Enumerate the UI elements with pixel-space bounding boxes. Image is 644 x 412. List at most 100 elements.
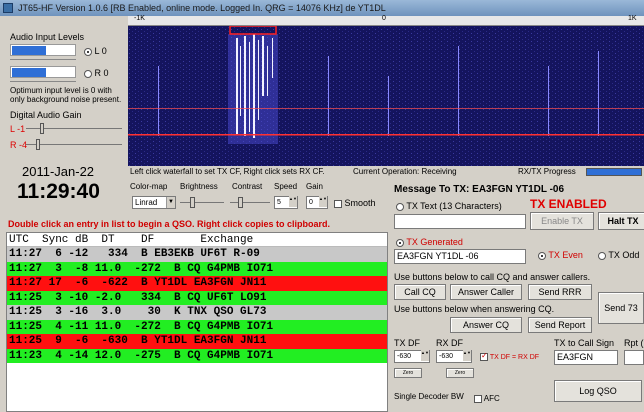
gain-right-label: R -4 bbox=[10, 140, 28, 150]
right-level-meter bbox=[10, 66, 76, 78]
decode-row[interactable]: 11:25 9 -6 -630 B YT1DL EA3FGN JN11 bbox=[7, 334, 387, 349]
answer-cq-button[interactable]: Answer CQ bbox=[450, 317, 522, 333]
brightness-thumb[interactable] bbox=[190, 197, 195, 208]
log-qso-button[interactable]: Log QSO bbox=[554, 380, 642, 402]
smooth-check[interactable] bbox=[334, 199, 342, 208]
call-sign-field[interactable]: EA3FGN bbox=[554, 350, 618, 365]
tx-even-radio[interactable]: TX Even bbox=[538, 250, 583, 260]
right-level-track bbox=[10, 81, 76, 82]
enable-tx-button[interactable]: Enable TX bbox=[530, 212, 594, 230]
left-channel-label: L 0 bbox=[94, 46, 107, 56]
gain-label: Gain bbox=[306, 182, 323, 191]
gain-right-thumb[interactable] bbox=[36, 139, 40, 150]
gain-left-label: L -1 bbox=[10, 124, 26, 134]
colormap-select[interactable]: Linrad ▼ bbox=[132, 196, 176, 209]
rx-df-spinner[interactable]: -630 bbox=[436, 350, 472, 363]
halt-tx-button[interactable]: Halt TX bbox=[598, 212, 644, 230]
tx-df-zero-button[interactable]: Zero bbox=[394, 368, 422, 378]
contrast-label: Contrast bbox=[232, 182, 263, 191]
optimum-note: Optimum input level is 0 with only backg… bbox=[10, 86, 122, 104]
waterfall-hint: Left click waterfall to set TX CF, Right… bbox=[130, 167, 325, 176]
gain-right-slider[interactable] bbox=[26, 139, 122, 150]
decode-row[interactable]: 11:27 3 -8 11.0 -272 B CQ G4PMB IO71 bbox=[7, 261, 387, 276]
waterfall-controls: Color-map Linrad ▼ Brightness Contrast Sp… bbox=[128, 180, 390, 216]
cq-hint: Use buttons below to call CQ and answer … bbox=[394, 272, 591, 282]
app-icon bbox=[3, 3, 13, 13]
speed-label: Speed bbox=[274, 182, 298, 191]
radio-tx-odd[interactable] bbox=[598, 251, 606, 260]
contrast-thumb[interactable] bbox=[238, 197, 243, 208]
afc-check[interactable] bbox=[474, 394, 482, 403]
decode-row[interactable]: 11:25 4 -11 11.0 -272 B CQ G4PMB IO71 bbox=[7, 319, 387, 334]
rx-df-zero-button[interactable]: Zero bbox=[446, 368, 474, 378]
radio-tx-text[interactable] bbox=[396, 202, 404, 211]
decode-hint: Double click an entry in list to begin a… bbox=[8, 219, 331, 229]
right-level-bar bbox=[12, 68, 46, 77]
contrast-slider[interactable] bbox=[230, 197, 270, 208]
afc-checkbox[interactable]: AFC bbox=[474, 394, 500, 403]
speed-spinner[interactable]: 5 bbox=[274, 196, 298, 209]
brightness-slider[interactable] bbox=[180, 197, 224, 208]
gain-left-thumb[interactable] bbox=[40, 123, 44, 134]
left-level-track bbox=[10, 59, 76, 60]
txdf-rxdf-check[interactable] bbox=[480, 351, 488, 361]
ruler-left-tick: -1K bbox=[134, 15, 145, 22]
progress-label: RX/TX Progress bbox=[518, 167, 576, 176]
ruler-right-tick: 1K bbox=[628, 15, 637, 22]
window-titlebar: JT65-HF Version 1.0.6 [RB Enabled, onlin… bbox=[0, 0, 644, 16]
radio-right[interactable] bbox=[84, 69, 92, 78]
send-rrr-button[interactable]: Send RRR bbox=[528, 284, 592, 300]
decode-row[interactable]: 11:27 6 -12 334 B EB3EKB UF6T R-09 bbox=[7, 247, 387, 262]
tx-df-spinner[interactable]: -630 bbox=[394, 350, 430, 363]
audio-panel: Audio Input Levels L 0 R 0 Optimum input… bbox=[0, 16, 128, 178]
decode-list[interactable]: UTC Sync dB DT DF Exchange 11:27 6 -12 3… bbox=[6, 232, 388, 412]
send-73-button[interactable]: Send 73 bbox=[598, 292, 644, 324]
waterfall-status-line: Left click waterfall to set TX CF, Right… bbox=[128, 166, 644, 178]
tx-text-label: TX Text (13 Characters) bbox=[406, 201, 502, 211]
chevron-down-icon[interactable]: ▼ bbox=[166, 197, 175, 208]
decode-row[interactable]: 11:27 17 -6 -622 B YT1DL EA3FGN JN11 bbox=[7, 276, 387, 291]
left-level-bar bbox=[12, 46, 46, 55]
radio-tx-even[interactable] bbox=[538, 251, 546, 260]
right-channel-radio[interactable]: R 0 bbox=[84, 68, 109, 78]
afc-label: AFC bbox=[483, 394, 500, 403]
rpt-field[interactable] bbox=[624, 350, 644, 365]
frequency-ruler[interactable]: -1K 0 1K bbox=[128, 15, 644, 26]
smooth-label: Smooth bbox=[344, 198, 376, 208]
gain-left-slider[interactable] bbox=[26, 123, 122, 134]
smooth-checkbox[interactable]: Smooth bbox=[334, 198, 376, 208]
left-level-meter bbox=[10, 44, 76, 56]
radio-tx-generated[interactable] bbox=[396, 238, 404, 247]
send-report-button[interactable]: Send Report bbox=[528, 317, 592, 333]
tx-panel: Message To TX: EA3FGN YT1DL -06 TX Text … bbox=[390, 180, 644, 412]
tx-odd-radio[interactable]: TX Odd bbox=[598, 250, 639, 260]
txdf-rxdf-label: TX DF = RX DF bbox=[489, 353, 540, 361]
txdf-rxdf-checkbox[interactable]: TX DF = RX DF bbox=[480, 351, 540, 361]
gain-spinner[interactable]: 0 bbox=[306, 196, 328, 209]
audio-input-label: Audio Input Levels bbox=[10, 32, 85, 42]
time-display: 11:29:40 bbox=[17, 180, 100, 203]
date-display: 2011-Jan-22 bbox=[22, 164, 95, 179]
colormap-label: Color-map bbox=[130, 182, 168, 191]
decode-row[interactable]: 11:23 4 -14 12.0 -275 B CQ G4PMB IO71 bbox=[7, 348, 387, 363]
left-channel-radio[interactable]: L 0 bbox=[84, 46, 107, 56]
decode-row[interactable]: 11:25 3 -10 -2.0 334 B CQ UF6T LO91 bbox=[7, 290, 387, 305]
waterfall-svg[interactable] bbox=[128, 16, 644, 166]
call-cq-button[interactable]: Call CQ bbox=[394, 284, 446, 300]
waterfall-display[interactable] bbox=[128, 16, 644, 166]
tx-generated-field[interactable]: EA3FGN YT1DL -06 bbox=[394, 249, 526, 264]
tx-generated-radio[interactable]: TX Generated bbox=[396, 237, 463, 247]
right-channel-label: R 0 bbox=[94, 68, 109, 78]
answer-hint: Use buttons below when answering CQ. bbox=[394, 304, 555, 314]
radio-left[interactable] bbox=[84, 47, 92, 56]
message-to-tx: Message To TX: EA3FGN YT1DL -06 bbox=[394, 184, 565, 195]
answer-caller-button[interactable]: Answer Caller bbox=[450, 284, 522, 300]
tx-odd-label: TX Odd bbox=[608, 250, 640, 260]
rpt-label: Rpt ( bbox=[624, 338, 644, 348]
tx-df-label: TX DF bbox=[394, 338, 420, 348]
single-decoder-label: Single Decoder BW bbox=[394, 392, 464, 401]
colormap-value: Linrad bbox=[135, 198, 158, 207]
tx-text-radio[interactable]: TX Text (13 Characters) bbox=[396, 201, 502, 211]
tx-text-input[interactable] bbox=[394, 214, 526, 229]
decode-row[interactable]: 11:25 3 -16 3.0 30 K TNX QSO GL73 bbox=[7, 305, 387, 320]
